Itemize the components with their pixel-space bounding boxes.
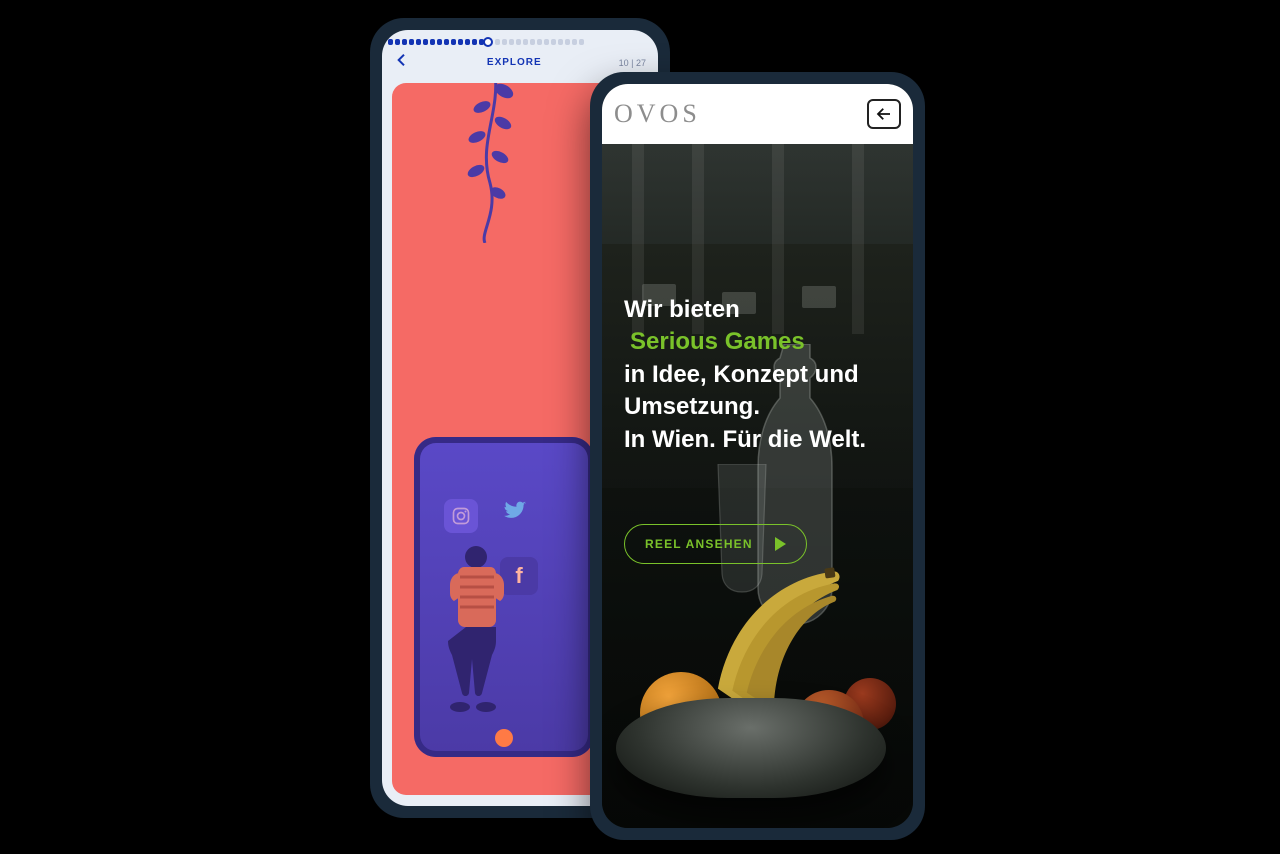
- copy-highlight: Serious Games: [624, 326, 891, 358]
- chevron-left-icon: [394, 52, 410, 68]
- brand-logo: OVOS: [614, 99, 701, 129]
- progress-segment: [502, 39, 507, 45]
- page-counter: 10 | 27: [619, 58, 646, 68]
- arrow-left-icon: [875, 105, 893, 123]
- progress-segment: [444, 39, 449, 45]
- progress-segment: [437, 39, 442, 45]
- page-current: 10: [619, 58, 629, 68]
- progress-segment: [495, 39, 500, 45]
- progress-segment: [402, 39, 407, 45]
- copy-line-1: Wir bieten: [624, 294, 891, 326]
- phone-illustration: f: [414, 437, 594, 757]
- copy-line-3: in Idee, Konzept und: [624, 359, 891, 391]
- progress-segment: [572, 39, 577, 45]
- reel-button[interactable]: REEL ANSEHEN: [624, 524, 807, 564]
- progress-segment: [516, 39, 521, 45]
- progress-segment: [523, 39, 528, 45]
- progress-segment: [544, 39, 549, 45]
- progress-bar[interactable]: [382, 30, 658, 50]
- progress-segment: [537, 39, 542, 45]
- progress-segment: [551, 39, 556, 45]
- progress-segment: [388, 39, 393, 45]
- twitter-icon: [498, 493, 532, 527]
- progress-segment: [451, 39, 456, 45]
- ovos-header: OVOS: [602, 84, 913, 144]
- copy-line-5: In Wien. Für die Welt.: [624, 424, 891, 456]
- ovos-screen: OVOS: [602, 84, 913, 828]
- progress-segment: [579, 39, 584, 45]
- progress-segment: [458, 39, 463, 45]
- fruit-bowl-decoration: [606, 588, 906, 798]
- screen-title: EXPLORE: [487, 57, 542, 68]
- progress-segment: [395, 39, 400, 45]
- progress-segment: [465, 39, 470, 45]
- hero-copy: Wir bieten Serious Games in Idee, Konzep…: [624, 294, 891, 456]
- phone-mockup-ovos: OVOS: [590, 72, 925, 840]
- back-button[interactable]: [394, 52, 410, 73]
- page-total: 27: [636, 58, 646, 68]
- vine-decoration: [440, 83, 530, 248]
- progress-segment: [565, 39, 570, 45]
- home-indicator: [495, 729, 513, 747]
- progress-segment: [472, 39, 477, 45]
- play-icon: [775, 537, 786, 551]
- person-illustration: [442, 543, 512, 718]
- instagram-icon: [444, 499, 478, 533]
- progress-segment: [509, 39, 514, 45]
- copy-line-4: Umsetzung.: [624, 391, 891, 423]
- progress-segment: [423, 39, 428, 45]
- progress-segment: [409, 39, 414, 45]
- back-button[interactable]: [867, 99, 901, 129]
- progress-segment: [430, 39, 435, 45]
- progress-segment: [416, 39, 421, 45]
- progress-segment: [558, 39, 563, 45]
- progress-knob[interactable]: [483, 37, 493, 47]
- progress-segment: [530, 39, 535, 45]
- hero-section: Wir bieten Serious Games in Idee, Konzep…: [602, 144, 913, 828]
- reel-button-label: REEL ANSEHEN: [645, 537, 753, 551]
